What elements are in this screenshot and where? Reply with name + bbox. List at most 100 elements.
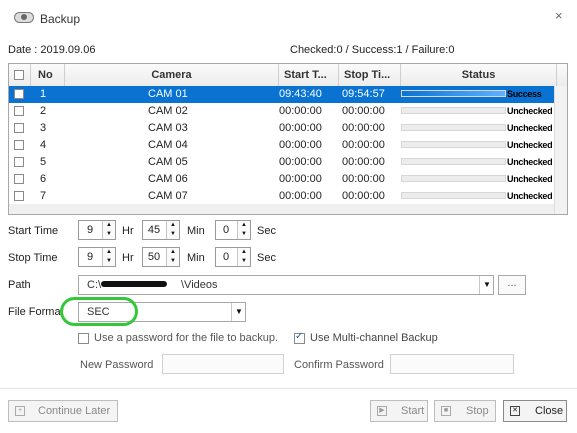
title-bar: Backup × — [0, 0, 577, 34]
row-stop-time: 09:54:57 — [342, 88, 385, 100]
table-row[interactable]: 6 CAM 06 00:00:00 00:00:00 Unchecked — [9, 171, 567, 188]
stop-second-value: 0 — [222, 251, 230, 263]
start-time-label: Start Time — [8, 225, 59, 237]
file-format-label: File Format — [8, 306, 64, 318]
row-checkbox[interactable] — [14, 89, 24, 99]
start-minute-spinner[interactable]: 45 ▲ ▼ — [142, 220, 180, 240]
row-camera: CAM 06 — [148, 173, 188, 185]
close-button[interactable]: ✕ Close — [503, 400, 567, 422]
stop-min-unit: Min — [187, 252, 205, 264]
window-title: Backup — [40, 12, 81, 26]
stop-hour-value: 9 — [86, 251, 94, 263]
start-hour-spinner[interactable]: 9 ▲ ▼ — [78, 220, 116, 240]
play-icon: ▶ — [377, 406, 387, 416]
table-row[interactable]: 7 CAM 07 00:00:00 00:00:00 Unchecked — [9, 188, 567, 205]
stop-time-label: Stop Time — [8, 252, 58, 264]
row-checkbox[interactable] — [14, 106, 24, 116]
continue-later-button[interactable]: + Continue Later — [8, 400, 118, 422]
footer-divider — [0, 388, 577, 389]
table-row[interactable]: 3 CAM 03 00:00:00 00:00:00 Unchecked — [9, 120, 567, 137]
table-row[interactable]: 1 CAM 01 09:43:40 09:54:57 Success — [9, 86, 567, 103]
row-number: 4 — [40, 139, 47, 151]
row-status: Unchecked — [507, 106, 553, 116]
row-checkbox[interactable] — [14, 157, 24, 167]
row-camera: CAM 05 — [148, 156, 188, 168]
close-icon[interactable]: × — [555, 8, 563, 23]
row-number: 3 — [40, 122, 47, 134]
close-label: Close — [535, 405, 564, 417]
table-header: No Camera Start T... Stop Ti... Status — [9, 64, 567, 87]
row-number: 5 — [40, 156, 47, 168]
row-start-time: 00:00:00 — [279, 122, 322, 134]
browse-button[interactable]: ... — [498, 275, 526, 295]
confirm-password-field[interactable] — [390, 354, 514, 374]
stop-minute-spinner[interactable]: 50 ▲ ▼ — [142, 247, 180, 267]
multi-channel-checkbox[interactable] — [294, 331, 305, 344]
row-stop-time: 00:00:00 — [342, 173, 385, 185]
start-sec-unit: Sec — [257, 225, 276, 237]
stop-sec-unit: Sec — [257, 252, 276, 264]
table-vertical-scrollbar[interactable] — [554, 86, 567, 214]
close-box-icon: ✕ — [510, 406, 520, 416]
stop-label: Stop — [466, 405, 489, 417]
row-checkbox[interactable] — [14, 140, 24, 150]
spinner-arrows-icon[interactable]: ▲ ▼ — [237, 221, 250, 239]
table-row[interactable]: 4 CAM 04 00:00:00 00:00:00 Unchecked — [9, 137, 567, 154]
column-header-start-time[interactable]: Start T... — [279, 64, 339, 86]
use-password-checkbox[interactable] — [78, 333, 89, 344]
stop-second-spinner[interactable]: 0 ▲ ▼ — [215, 247, 251, 267]
row-number: 2 — [40, 105, 47, 117]
row-progress-bar — [401, 158, 506, 165]
start-minute-value: 45 — [147, 224, 161, 236]
select-all-checkbox[interactable] — [14, 70, 24, 80]
column-header-no[interactable]: No — [31, 64, 65, 86]
backup-summary: Checked:0 / Success:1 / Failure:0 — [290, 44, 455, 56]
row-checkbox[interactable] — [14, 191, 24, 201]
confirm-password-label: Confirm Password — [294, 359, 384, 371]
path-value-end: \Videos — [181, 279, 218, 291]
table-horizontal-scrollbar[interactable] — [9, 204, 554, 214]
path-value-start: C:\ — [87, 279, 102, 291]
row-camera: CAM 03 — [148, 122, 188, 134]
table-row[interactable]: 2 CAM 02 00:00:00 00:00:00 Unchecked — [9, 103, 567, 120]
row-stop-time: 00:00:00 — [342, 190, 385, 202]
spinner-arrows-icon[interactable]: ▲ ▼ — [237, 248, 250, 266]
row-start-time: 00:00:00 — [279, 173, 322, 185]
row-camera: CAM 07 — [148, 190, 188, 202]
stop-hour-spinner[interactable]: 9 ▲ ▼ — [78, 247, 116, 267]
spinner-arrows-icon[interactable]: ▲ ▼ — [166, 221, 179, 239]
start-second-spinner[interactable]: 0 ▲ ▼ — [215, 220, 251, 240]
multi-channel-label: Use Multi-channel Backup — [310, 332, 438, 344]
row-status: Unchecked — [507, 123, 553, 133]
row-start-time: 00:00:00 — [279, 190, 322, 202]
chevron-down-icon[interactable]: ▼ — [231, 303, 246, 321]
new-password-label: New Password — [80, 359, 154, 371]
chevron-down-icon[interactable]: ▼ — [479, 276, 494, 294]
column-header-camera[interactable]: Camera — [65, 64, 279, 86]
row-progress-bar — [401, 90, 506, 97]
redaction-scribble — [101, 281, 167, 287]
column-header-status[interactable]: Status — [401, 64, 557, 86]
row-checkbox[interactable] — [14, 123, 24, 133]
spinner-arrows-icon[interactable]: ▲ ▼ — [166, 248, 179, 266]
row-stop-time: 00:00:00 — [342, 156, 385, 168]
stop-hr-unit: Hr — [122, 252, 134, 264]
row-stop-time: 00:00:00 — [342, 105, 385, 117]
row-status: Unchecked — [507, 191, 553, 201]
continue-later-label: Continue Later — [38, 405, 111, 417]
use-password-label: Use a password for the file to backup. — [94, 332, 279, 344]
stop-button[interactable]: ■ Stop — [434, 400, 496, 422]
spinner-arrows-icon[interactable]: ▲ ▼ — [102, 221, 115, 239]
row-progress-bar — [401, 141, 506, 148]
start-hour-value: 9 — [86, 224, 94, 236]
select-all-header — [9, 64, 31, 86]
spinner-arrows-icon[interactable]: ▲ ▼ — [102, 248, 115, 266]
row-start-time: 09:43:40 — [279, 88, 322, 100]
new-password-field[interactable] — [162, 354, 284, 374]
start-button[interactable]: ▶ Start — [370, 400, 428, 422]
table-row[interactable]: 5 CAM 05 00:00:00 00:00:00 Unchecked — [9, 154, 567, 171]
column-header-stop-time[interactable]: Stop Ti... — [339, 64, 401, 86]
annotation-highlight-circle — [60, 297, 138, 326]
row-checkbox[interactable] — [14, 174, 24, 184]
backup-date: Date : 2019.09.06 — [8, 44, 96, 56]
